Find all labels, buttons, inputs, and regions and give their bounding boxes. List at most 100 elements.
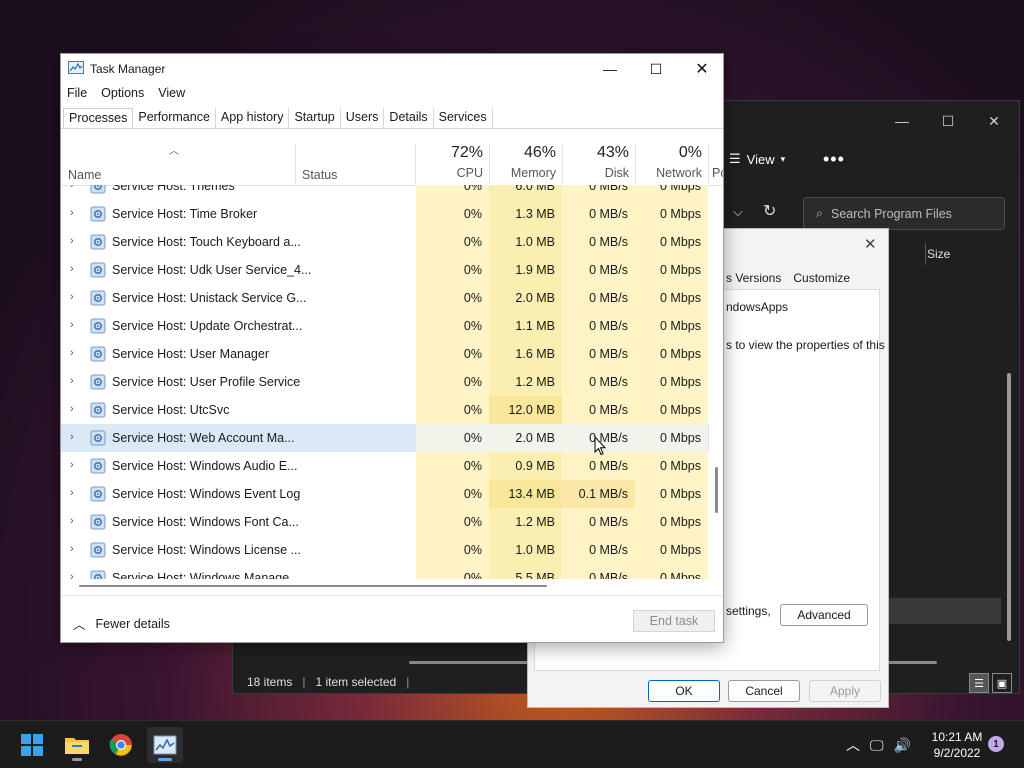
title-bar[interactable]: Task Manager — ☐ ✕ <box>61 54 723 84</box>
explorer-vertical-scrollbar[interactable] <box>1006 251 1012 641</box>
apply-button[interactable]: Apply <box>809 680 881 702</box>
tab-customize[interactable]: Customize <box>793 271 850 285</box>
tab-details[interactable]: Details <box>384 108 434 128</box>
scroll-thumb[interactable] <box>1007 373 1011 641</box>
expand-chevron-icon[interactable]: › <box>70 235 74 247</box>
process-row[interactable]: › Service Host: Update Orchestrat... 0% 1.1… <box>61 312 709 340</box>
process-row[interactable]: › Service Host: Windows License ... 0% 1.0 … <box>61 536 709 564</box>
menu-options[interactable]: Options <box>101 86 144 100</box>
notification-badge[interactable]: 1 <box>988 736 1004 752</box>
process-row[interactable]: › Service Host: Windows Manage... 0% 5.5 MB… <box>61 564 709 579</box>
expand-chevron-icon[interactable]: › <box>70 543 74 555</box>
disk-cell: 0 MB/s <box>562 396 635 424</box>
process-row[interactable]: › Service Host: Touch Keyboard a... 0% 1.0 … <box>61 228 709 256</box>
expand-chevron-icon[interactable]: › <box>70 487 74 499</box>
process-row[interactable]: › Service Host: Web Account Ma... 0% 2.0 MB… <box>61 424 709 452</box>
explorer-close-button[interactable]: ✕ <box>971 107 1017 135</box>
process-row[interactable]: › Service Host: Unistack Service G... 0% 2.… <box>61 284 709 312</box>
fewer-details-button[interactable]: ︿ Fewer details <box>73 614 170 633</box>
close-button[interactable]: ✕ <box>679 54 723 84</box>
status-column-header[interactable]: Status <box>302 168 337 182</box>
task-manager-taskbar-icon[interactable] <box>147 727 183 763</box>
expand-chevron-icon[interactable]: › <box>70 431 74 443</box>
network-cell: 0 Mbps <box>635 228 708 256</box>
ok-button[interactable]: OK <box>648 680 720 702</box>
tab-performance[interactable]: Performance <box>133 108 216 128</box>
tab-services[interactable]: Services <box>434 108 493 128</box>
process-row[interactable]: › Service Host: Themes 0% 6.0 MB 0 MB/s 0 Mbp… <box>61 185 709 200</box>
show-hidden-icons-icon[interactable]: ︿ <box>846 735 860 755</box>
cancel-button[interactable]: Cancel <box>728 680 800 702</box>
expand-chevron-icon[interactable]: › <box>70 319 74 331</box>
expand-chevron-icon[interactable]: › <box>70 347 74 359</box>
cpu-column-header[interactable]: 72% CPU <box>416 142 489 186</box>
horizontal-scrollbar[interactable] <box>61 582 709 590</box>
column-divider[interactable] <box>925 243 926 265</box>
end-task-button[interactable]: End task <box>633 610 715 632</box>
column-divider[interactable] <box>295 144 296 184</box>
cpu-cell: 0% <box>416 256 489 284</box>
minimize-button[interactable]: — <box>587 54 633 84</box>
menu-file[interactable]: File <box>67 86 87 100</box>
refresh-icon[interactable]: ↻ <box>763 201 776 221</box>
expand-chevron-icon[interactable]: › <box>70 571 74 579</box>
network-column-header[interactable]: 0% Network <box>635 142 708 186</box>
tab-users[interactable]: Users <box>341 108 385 128</box>
process-row[interactable]: › Service Host: Udk User Service_4... 0% 1.… <box>61 256 709 284</box>
process-row[interactable]: › Service Host: Windows Font Ca... 0% 1.2 M… <box>61 508 709 536</box>
process-row[interactable]: › Service Host: User Profile Service 0% 1.2… <box>61 368 709 396</box>
file-explorer-icon[interactable] <box>59 727 95 763</box>
maximize-button[interactable]: ☐ <box>633 54 679 84</box>
memory-cell: 5.5 MB <box>489 564 562 579</box>
scroll-thumb[interactable] <box>715 467 718 513</box>
disk-column-header[interactable]: 43% Disk <box>562 142 635 186</box>
address-dropdown-icon[interactable]: ⌵ <box>733 204 743 220</box>
process-row[interactable]: › Service Host: Time Broker 0% 1.3 MB 0 MB/s… <box>61 200 709 228</box>
name-column-header[interactable]: Name <box>68 168 101 182</box>
process-row[interactable]: › Service Host: Windows Event Log 0% 13.4 M… <box>61 480 709 508</box>
expand-chevron-icon[interactable]: › <box>70 375 74 387</box>
disk-cell: 0 MB/s <box>562 200 635 228</box>
explorer-maximize-button[interactable]: ☐ <box>925 107 971 135</box>
expand-chevron-icon[interactable]: › <box>70 403 74 415</box>
chevron-up-icon: ︿ <box>73 618 86 632</box>
close-icon[interactable]: ✕ <box>864 235 877 253</box>
see-more-button[interactable]: ••• <box>823 149 845 170</box>
details-view-icon[interactable]: ☰ <box>969 673 989 693</box>
cpu-cell: 0% <box>416 508 489 536</box>
tab-versions[interactable]: s Versions <box>726 271 781 285</box>
explorer-minimize-button[interactable]: — <box>879 107 925 135</box>
volume-icon[interactable]: 🔊 <box>894 737 911 754</box>
tiles-view-icon[interactable]: ▣ <box>992 673 1012 693</box>
tab-startup[interactable]: Startup <box>289 108 341 128</box>
disk-label: Disk <box>604 166 629 180</box>
item-count: 18 items <box>247 675 293 689</box>
expand-chevron-icon[interactable]: › <box>70 291 74 303</box>
advanced-button[interactable]: Advanced <box>780 604 868 626</box>
process-name: Service Host: Udk User Service_4... <box>112 263 312 277</box>
search-box[interactable]: ⌕ Search Program Files <box>803 197 1005 230</box>
memory-label: Memory <box>510 166 556 180</box>
menu-view[interactable]: View <box>158 86 185 100</box>
expand-chevron-icon[interactable]: › <box>70 263 74 275</box>
network-icon[interactable]: 🖵 <box>870 737 884 754</box>
view-menu-button[interactable]: ☰ View ▾ <box>729 151 785 167</box>
expand-chevron-icon[interactable]: › <box>70 515 74 527</box>
chrome-icon[interactable] <box>103 727 139 763</box>
power-column-header-partial[interactable]: Po <box>712 166 723 180</box>
expand-chevron-icon[interactable]: › <box>70 459 74 471</box>
vertical-scrollbar[interactable] <box>711 185 723 579</box>
clock[interactable]: 10:21 AM 9/2/2022 <box>928 729 986 761</box>
memory-column-header[interactable]: 46% Memory <box>489 142 562 186</box>
column-divider[interactable] <box>708 144 709 184</box>
windows-start-icon[interactable] <box>14 727 50 763</box>
process-row[interactable]: › Service Host: Windows Audio E... 0% 0.9 M… <box>61 452 709 480</box>
tab-processes[interactable]: Processes <box>63 108 134 128</box>
tab-app-history[interactable]: App history <box>216 108 290 128</box>
expand-chevron-icon[interactable]: › <box>70 185 74 191</box>
process-row[interactable]: › Service Host: User Manager 0% 1.6 MB 0 MB/… <box>61 340 709 368</box>
size-column-header[interactable]: Size <box>927 247 950 261</box>
expand-chevron-icon[interactable]: › <box>70 207 74 219</box>
scroll-thumb[interactable] <box>79 585 547 587</box>
process-row[interactable]: › Service Host: UtcSvc 0% 12.0 MB 0 MB/s 0 Mb… <box>61 396 709 424</box>
